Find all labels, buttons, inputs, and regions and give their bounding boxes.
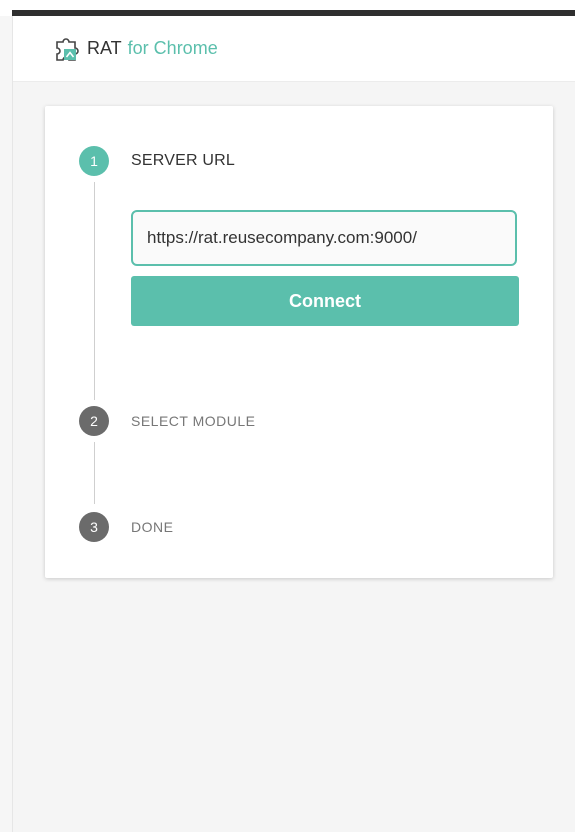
connect-button[interactable]: Connect (131, 276, 519, 326)
server-url-input[interactable] (131, 210, 517, 266)
step-3-label: DONE (131, 519, 174, 535)
step-connector (94, 442, 95, 504)
app-header: RAT for Chrome (13, 16, 575, 82)
step-1-indicator: 1 (79, 146, 109, 176)
step-2-indicator: 2 (79, 406, 109, 436)
step-connector (94, 182, 95, 400)
app-subtitle: for Chrome (127, 38, 218, 58)
step-1-label: SERVER URL (131, 152, 235, 169)
setup-wizard-card: 1 SERVER URL Connect 2 SELECT MODULE 3 D… (45, 106, 553, 578)
step-2-label: SELECT MODULE (131, 413, 256, 429)
step-3-indicator: 3 (79, 512, 109, 542)
app-title: RAT for Chrome (87, 38, 218, 59)
window-left-edge (0, 16, 12, 832)
extension-popup: RATfor Chrome 1 SERVER URL Connect 2 SEL… (12, 16, 575, 832)
puzzle-piece-icon (51, 34, 81, 64)
app-name: RAT (87, 38, 122, 58)
